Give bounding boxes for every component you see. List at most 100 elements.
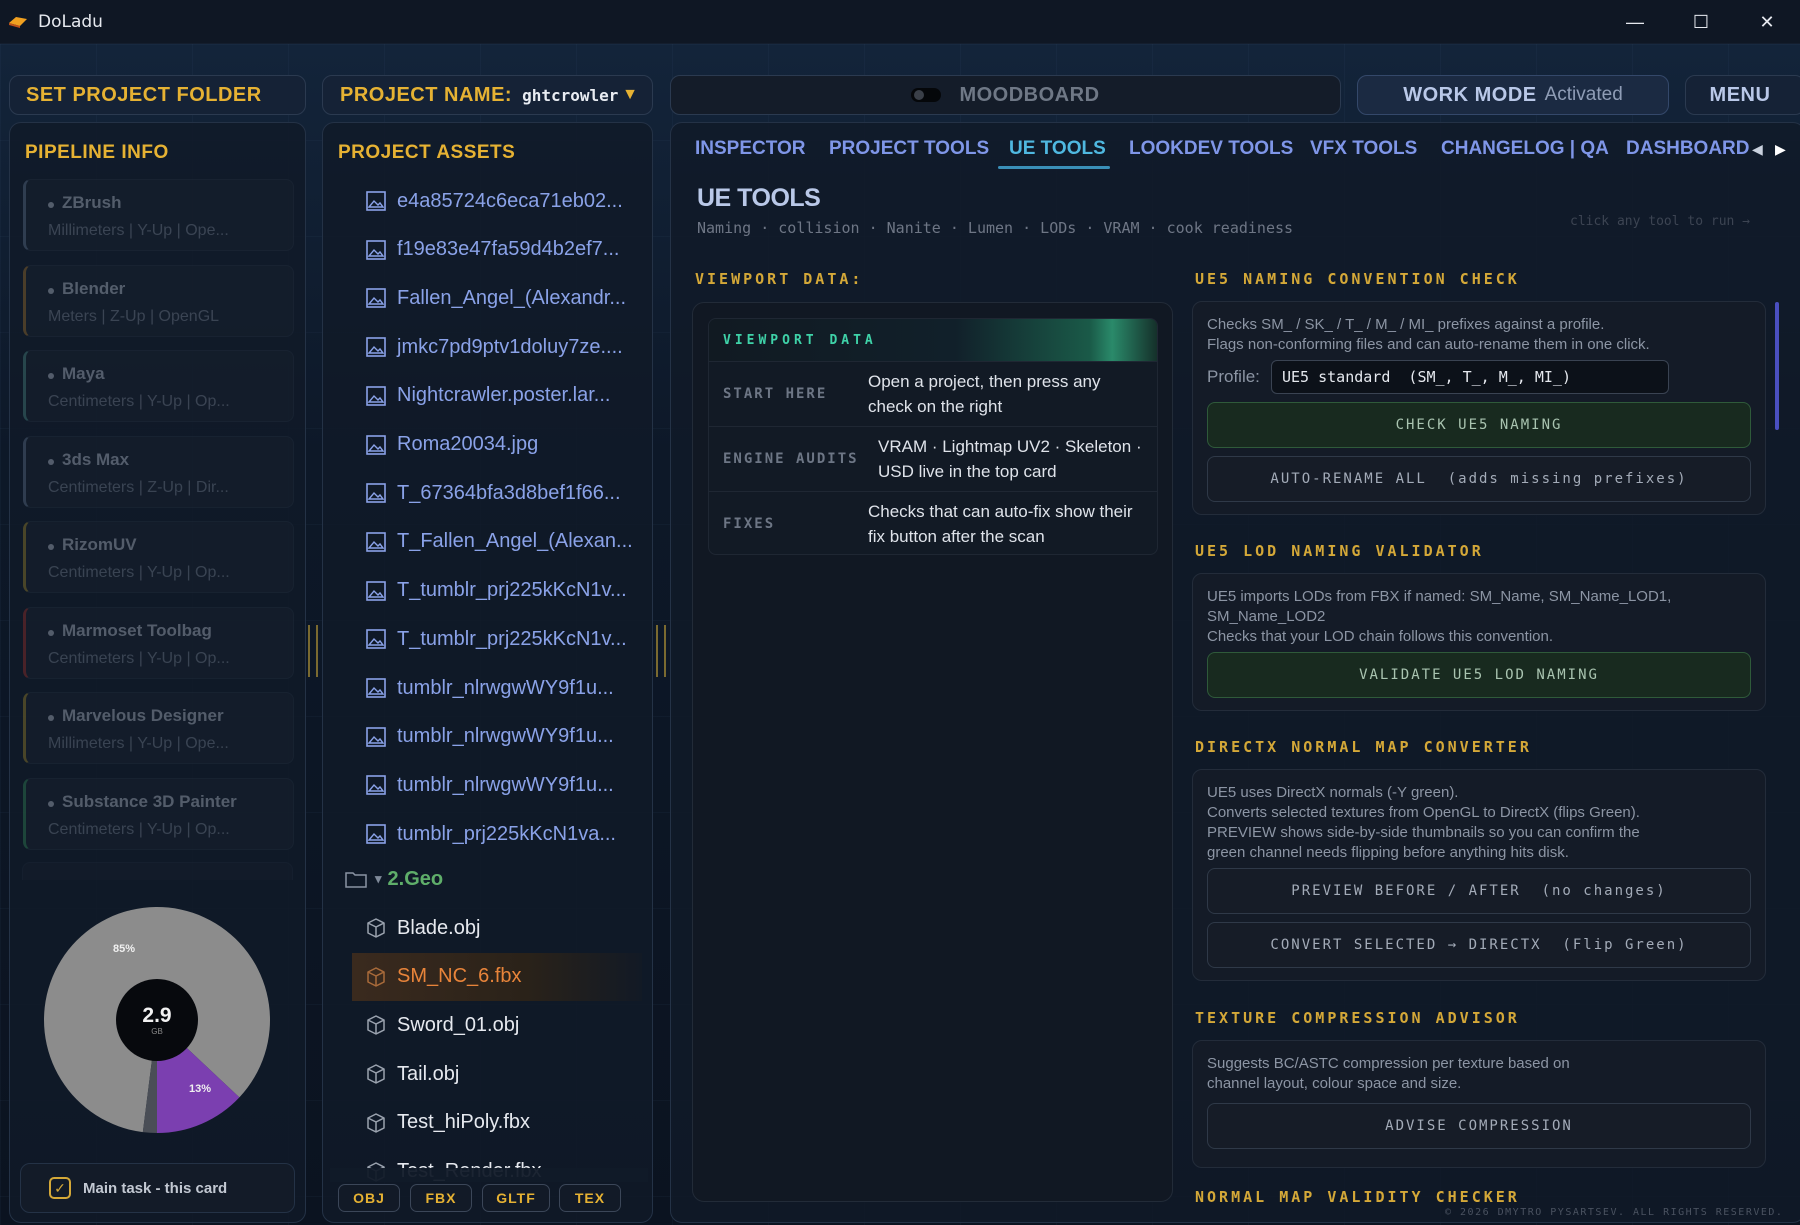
format-filter-button[interactable]: FBX xyxy=(410,1184,472,1212)
advise-compression-button[interactable]: ADVISE COMPRESSION xyxy=(1207,1103,1751,1149)
viewport-row: START HERE Open a project, then press an… xyxy=(709,361,1157,426)
page-subtitle: Naming · collision · Nanite · Lumen · LO… xyxy=(697,219,1294,237)
pipeline-app-meta: Centimeters | Y-Up | Op... xyxy=(48,393,230,410)
asset-name: jmkc7pd9ptv1doluy7ze.... xyxy=(397,335,623,358)
asset-item[interactable]: f19e83e47fa59d4b2ef7... xyxy=(365,232,619,268)
set-project-folder-button[interactable]: SET PROJECT FOLDER xyxy=(9,75,306,115)
image-icon xyxy=(366,483,386,503)
viewport-row-value: Checks that can auto-fix show their fix … xyxy=(868,502,1133,546)
scrollbar-thumb[interactable] xyxy=(1775,302,1779,430)
viewport-row-key: FIXES xyxy=(723,516,776,532)
pipeline-app-name: Substance 3D Painter xyxy=(62,791,237,811)
maximize-button[interactable]: ☐ xyxy=(1668,0,1734,44)
tab-vfx-tools[interactable]: VFX TOOLS xyxy=(1310,138,1417,160)
validate-lod-button[interactable]: VALIDATE UE5 LOD NAMING xyxy=(1207,652,1751,698)
tab-scroll-left-icon[interactable]: ◀ xyxy=(1752,141,1763,158)
asset-name: T_67364bfa3d8bef1f66... xyxy=(397,481,621,504)
asset-item[interactable]: tumblr_nlrwgwWY9f1u... xyxy=(365,670,614,706)
minimize-button[interactable]: — xyxy=(1602,0,1668,44)
format-filter-button[interactable]: OBJ xyxy=(338,1184,400,1212)
pipeline-card[interactable]: Maya Centimeters | Y-Up | Op... xyxy=(23,350,294,422)
compression-card: Suggests BC/ASTC compression per texture… xyxy=(1192,1040,1766,1168)
pipeline-card[interactable]: 3ds Max Centimeters | Z-Up | Dir... xyxy=(23,435,294,508)
geo-file-item[interactable]: SM_NC_6.fbx xyxy=(365,959,522,995)
check-naming-button[interactable]: CHECK UE5 NAMING xyxy=(1207,402,1751,448)
asset-item[interactable]: jmkc7pd9ptv1doluy7ze.... xyxy=(365,329,623,365)
status-dot-icon xyxy=(48,800,54,807)
folder-geo[interactable]: ▾ 2.Geo xyxy=(345,861,443,897)
splitter-handle-left[interactable] xyxy=(308,625,318,677)
folder-icon xyxy=(345,872,367,888)
status-dot-icon xyxy=(48,202,54,208)
asset-name: tumblr_prj225kKcN1va... xyxy=(397,822,616,845)
tab-scroll-right-icon[interactable]: ▶ xyxy=(1775,141,1786,158)
asset-item[interactable]: tumblr_nlrwgwWY9f1u... xyxy=(365,719,614,755)
asset-item[interactable]: T_67364bfa3d8bef1f66... xyxy=(365,475,621,511)
viewport-card-title: VIEWPORT DATA xyxy=(723,333,877,348)
pipeline-card[interactable]: ZBrush Millimeters | Y-Up | Ope... xyxy=(23,179,294,251)
project-name-label: PROJECT NAME: xyxy=(340,83,513,106)
format-filter-button[interactable]: TEX xyxy=(559,1184,621,1212)
page-title: UE TOOLS xyxy=(697,184,821,212)
asset-item[interactable]: Roma20034.jpg xyxy=(365,427,538,463)
close-button[interactable]: ✕ xyxy=(1734,0,1800,44)
geo-file-name: Sword_01.obj xyxy=(397,1013,520,1036)
storage-slice-label-secondary: 13% xyxy=(189,1083,211,1095)
image-icon xyxy=(366,385,386,406)
tab-ue-tools[interactable]: UE TOOLS xyxy=(1009,138,1106,160)
work-mode-state: Activated xyxy=(1544,84,1623,105)
viewport-row-key: START HERE xyxy=(723,386,828,402)
geo-file-item[interactable]: Blade.obj xyxy=(365,910,480,946)
asset-item[interactable]: T_tumblr_prj225kKcN1v... xyxy=(365,621,627,657)
image-icon xyxy=(366,434,386,455)
directx-desc-line4: green channel needs flipping before anyt… xyxy=(1207,844,1569,861)
geo-file-item[interactable]: Sword_01.obj xyxy=(365,1007,519,1043)
tab-dashboard[interactable]: DASHBOARD xyxy=(1626,138,1750,160)
pipeline-card[interactable]: Blender Meters | Z-Up | OpenGL xyxy=(23,264,294,337)
viewport-row-value: VRAM · Lightmap UV2 · Skeleton · USD liv… xyxy=(878,437,1142,481)
geo-file-item[interactable]: Tail.obj xyxy=(365,1056,459,1092)
run-hint: click any tool to run → xyxy=(1570,214,1751,229)
asset-item[interactable]: tumblr_prj225kKcN1va... xyxy=(365,816,616,852)
viewport-row-value: Open a project, then press any check on … xyxy=(868,372,1101,416)
tab-inspector[interactable]: INSPECTOR xyxy=(695,138,806,160)
pipeline-app-name: Maya xyxy=(62,364,105,383)
asset-item[interactable]: T_tumblr_prj225kKcN1v... xyxy=(365,573,627,609)
splitter-handle-middle[interactable] xyxy=(656,625,666,677)
pipeline-app-meta: Millimeters | Y-Up | Ope... xyxy=(48,735,229,752)
project-name-dropdown[interactable]: PROJECT NAME: ghtcrowler ▼ xyxy=(322,75,653,115)
pipeline-card[interactable]: RizomUV Centimeters | Y-Up | Op... xyxy=(23,521,294,593)
asset-item[interactable]: Nightcrawler.poster.lar... xyxy=(365,378,610,414)
directx-heading: DIRECTX NORMAL MAP CONVERTER xyxy=(1195,738,1532,756)
image-icon xyxy=(366,532,386,552)
convert-directx-button[interactable]: CONVERT SELECTED → DIRECTX (Flip Green) xyxy=(1207,922,1751,968)
asset-name: tumblr_nlrwgwWY9f1u... xyxy=(397,725,614,748)
pipeline-card[interactable]: Marmoset Toolbag Centimeters | Y-Up | Op.… xyxy=(23,606,294,679)
asset-name: tumblr_nlrwgwWY9f1u... xyxy=(397,676,614,699)
checkbox-icon[interactable]: ✓ xyxy=(49,1177,71,1199)
list-fade xyxy=(330,1168,648,1182)
geo-file-item[interactable]: Test_hiPoly.fbx xyxy=(365,1105,530,1141)
asset-item[interactable]: e4a85724c6eca71eb02... xyxy=(365,183,623,219)
main-task-card[interactable]: ✓ Main task - this card xyxy=(20,1163,295,1213)
directx-card: UE5 uses DirectX normals (-Y green). Con… xyxy=(1192,769,1766,981)
pipeline-card[interactable]: Marvelous Designer Millimeters | Y-Up | O… xyxy=(23,692,294,764)
format-filter-button[interactable]: GLTF xyxy=(482,1184,550,1212)
asset-item[interactable]: T_Fallen_Angel_(Alexan... xyxy=(365,524,633,560)
menu-button[interactable]: MENU xyxy=(1685,75,1800,115)
asset-item[interactable]: Fallen_Angel_(Alexandr... xyxy=(365,280,626,316)
image-icon xyxy=(366,775,386,796)
tab-lookdev-tools[interactable]: LOOKDEV TOOLS xyxy=(1129,138,1293,160)
work-mode-button[interactable]: WORK MODE Activated xyxy=(1357,75,1669,115)
preview-before-after-button[interactable]: PREVIEW BEFORE / AFTER (no changes) xyxy=(1207,868,1751,914)
pipeline-overflow-card xyxy=(22,862,294,880)
moodboard-toggle[interactable]: MOODBOARD xyxy=(670,75,1341,115)
pipeline-app-name: Marmoset Toolbag xyxy=(62,620,212,640)
status-dot-icon xyxy=(48,287,54,294)
asset-item[interactable]: tumblr_nlrwgwWY9f1u... xyxy=(365,767,614,803)
profile-select[interactable]: UE5 standard (SM_, T_, M_, MI_) xyxy=(1271,360,1669,394)
auto-rename-button[interactable]: AUTO-RENAME ALL (adds missing prefixes) xyxy=(1207,456,1751,502)
tab-project-tools[interactable]: PROJECT TOOLS xyxy=(829,138,989,160)
tab-changelog-qa[interactable]: CHANGELOG | QA xyxy=(1441,138,1609,160)
pipeline-card[interactable]: Substance 3D Painter Centimeters | Y-Up |… xyxy=(23,777,294,850)
